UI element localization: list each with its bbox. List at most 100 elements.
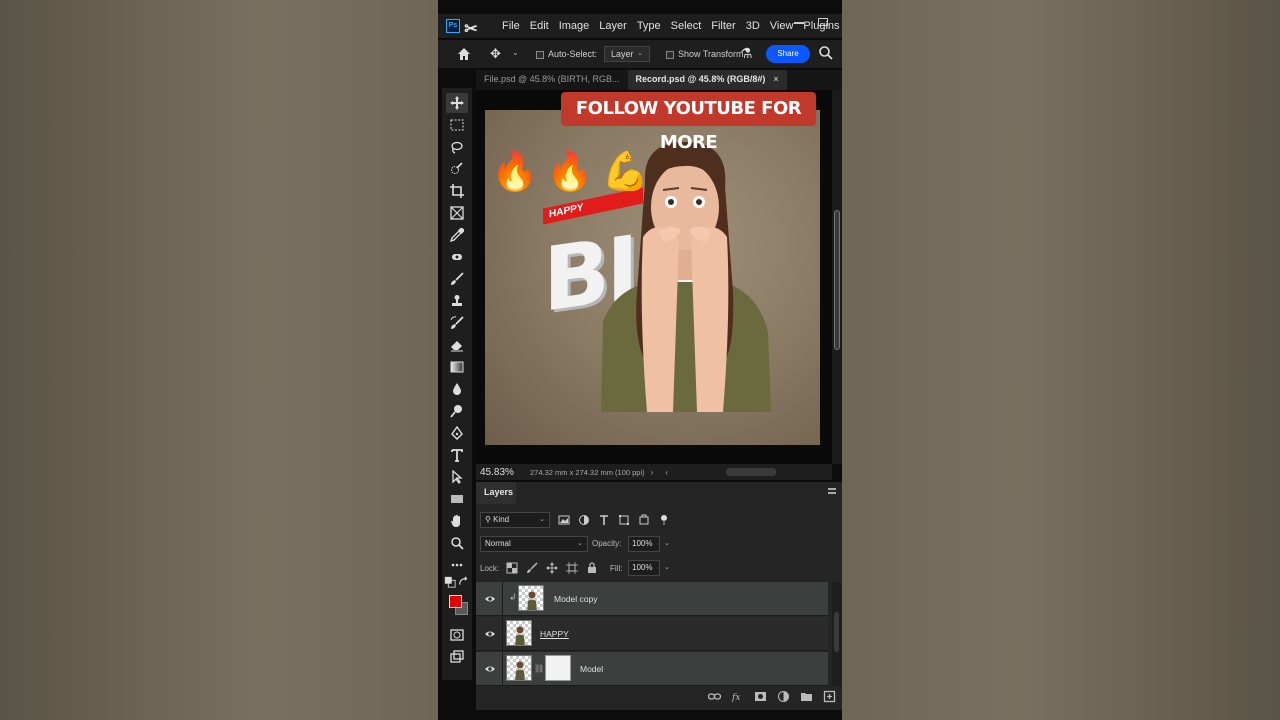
shape-filter-icon[interactable] (618, 514, 630, 526)
chevron-down-icon[interactable]: ⌄ (664, 563, 670, 571)
menu-view[interactable]: View (770, 20, 794, 32)
chain-link-icon[interactable]: ⛓ (534, 664, 544, 673)
chevron-left-icon[interactable]: ‹ (665, 468, 668, 477)
layer-thumbnail[interactable] (506, 620, 532, 646)
scrollbar-thumb[interactable] (834, 210, 840, 350)
move-tool[interactable] (446, 93, 468, 113)
close-icon[interactable]: × (773, 74, 778, 84)
add-mask-icon[interactable] (754, 690, 767, 703)
blur-tool[interactable] (446, 379, 468, 399)
smart-object-filter-icon[interactable] (638, 514, 650, 526)
eye-icon[interactable] (485, 629, 495, 639)
menu-filter[interactable]: Filter (711, 20, 735, 32)
crop-tool[interactable] (446, 181, 468, 201)
dodge-tool[interactable] (446, 401, 468, 421)
path-selection-tool[interactable] (446, 467, 468, 487)
menu-3d[interactable]: 3D (746, 20, 760, 32)
maximize-button[interactable] (818, 18, 828, 26)
brush-tool[interactable] (446, 269, 468, 289)
eyedropper-tool[interactable] (446, 225, 468, 245)
document-canvas[interactable]: HAPPY BIR I 🔥 🔥 💪 (485, 110, 820, 445)
clone-stamp-tool[interactable] (446, 291, 468, 311)
layer-filter-row: ⚲ Kind ⌄ (480, 512, 836, 532)
tab-record-psd[interactable]: Record.psd @ 45.8% (RGB/8#) × (627, 70, 787, 90)
move-tool-preset-icon[interactable]: ✥ (490, 46, 501, 62)
canvas-horizontal-scrollbar[interactable] (726, 468, 776, 476)
rectangle-tool[interactable] (446, 489, 468, 509)
lock-image-pixels-icon[interactable] (526, 562, 538, 574)
screen-mode-button[interactable] (446, 647, 468, 667)
canvas-area[interactable]: HAPPY BIR I 🔥 🔥 💪 (476, 90, 832, 464)
zoom-level[interactable]: 45.83% (480, 467, 526, 478)
layer-thumbnail[interactable] (518, 585, 544, 611)
lock-all-icon[interactable] (586, 562, 598, 574)
layer-row-model[interactable]: ⛓ Model (476, 652, 828, 686)
filter-toggle-icon[interactable] (658, 514, 670, 526)
layer-name[interactable]: Model (580, 664, 603, 674)
canvas-vertical-scrollbar[interactable] (832, 90, 842, 464)
chevron-down-icon[interactable]: ⌄ (512, 48, 519, 57)
pen-tool[interactable] (446, 423, 468, 443)
more-tools-button[interactable] (446, 555, 468, 575)
history-brush-tool[interactable] (446, 313, 468, 333)
quick-mask-button[interactable] (446, 625, 468, 645)
eye-icon[interactable] (485, 664, 495, 674)
adjustment-filter-icon[interactable] (578, 514, 590, 526)
folder-icon[interactable] (800, 690, 813, 703)
home-icon[interactable] (456, 46, 472, 62)
zoom-tool[interactable] (446, 533, 468, 553)
fx-icon[interactable]: fx (731, 690, 744, 703)
foreground-color-swatch[interactable] (449, 595, 462, 608)
auto-select-checkbox[interactable]: Auto-Select: (536, 49, 597, 59)
layer-thumbnail[interactable] (506, 655, 532, 681)
swap-colors-button[interactable] (458, 576, 470, 588)
hand-tool[interactable] (446, 511, 468, 531)
layer-row-model-copy[interactable]: ↲ Model copy (476, 582, 828, 616)
search-icon[interactable] (818, 45, 834, 61)
tab-file-psd[interactable]: File.psd @ 45.8% (BIRTH, RGB... (476, 70, 628, 90)
menu-file[interactable]: File (502, 20, 520, 32)
frame-tool[interactable] (446, 203, 468, 223)
show-transform-checkbox[interactable]: Show Transform (666, 49, 744, 59)
type-filter-icon[interactable] (598, 514, 610, 526)
menu-layer[interactable]: Layer (599, 20, 627, 32)
layer-name[interactable]: HAPPY (540, 629, 569, 639)
adjustment-layer-icon[interactable] (777, 690, 790, 703)
layer-mask-thumbnail[interactable] (545, 655, 571, 681)
layers-tab[interactable]: Layers (476, 482, 516, 504)
marquee-tool[interactable] (446, 115, 468, 135)
eraser-tool[interactable] (446, 335, 468, 355)
layer-row-happy[interactable]: HAPPY (476, 617, 828, 651)
default-colors-button[interactable] (444, 576, 456, 588)
healing-brush-tool[interactable] (446, 247, 468, 267)
layers-scrollbar[interactable] (832, 582, 842, 686)
chevron-down-icon[interactable]: ⌄ (664, 539, 670, 547)
eye-icon[interactable] (485, 594, 495, 604)
share-button[interactable]: Share (766, 45, 810, 63)
filter-kind-dropdown[interactable]: ⚲ Kind ⌄ (480, 512, 550, 528)
panel-menu-icon[interactable] (828, 488, 836, 494)
menu-select[interactable]: Select (671, 20, 702, 32)
pixel-filter-icon[interactable] (558, 514, 570, 526)
menu-image[interactable]: Image (559, 20, 590, 32)
blend-mode-dropdown[interactable]: Normal ⌄ (480, 536, 588, 552)
quick-selection-tool[interactable] (446, 159, 468, 179)
menu-edit[interactable]: Edit (530, 20, 549, 32)
lock-transparent-pixels-icon[interactable] (506, 562, 518, 574)
new-layer-icon[interactable] (823, 690, 836, 703)
type-tool[interactable] (446, 445, 468, 465)
fill-field[interactable]: 100% (628, 560, 660, 576)
layer-name[interactable]: Model copy (554, 594, 597, 604)
gradient-tool[interactable] (446, 357, 468, 377)
lasso-tool[interactable] (446, 137, 468, 157)
minimize-button[interactable] (794, 18, 804, 24)
opacity-field[interactable]: 100% (628, 536, 660, 552)
link-layers-icon[interactable] (708, 690, 721, 703)
flask-icon[interactable]: ⚗ (740, 45, 753, 62)
lock-artboard-icon[interactable] (566, 562, 578, 574)
scrollbar-thumb[interactable] (834, 612, 839, 652)
lock-position-icon[interactable] (546, 562, 558, 574)
chevron-right-icon[interactable]: › (651, 468, 654, 477)
auto-select-target-dropdown[interactable]: Layer ⌄ (604, 46, 650, 62)
menu-type[interactable]: Type (637, 20, 661, 32)
